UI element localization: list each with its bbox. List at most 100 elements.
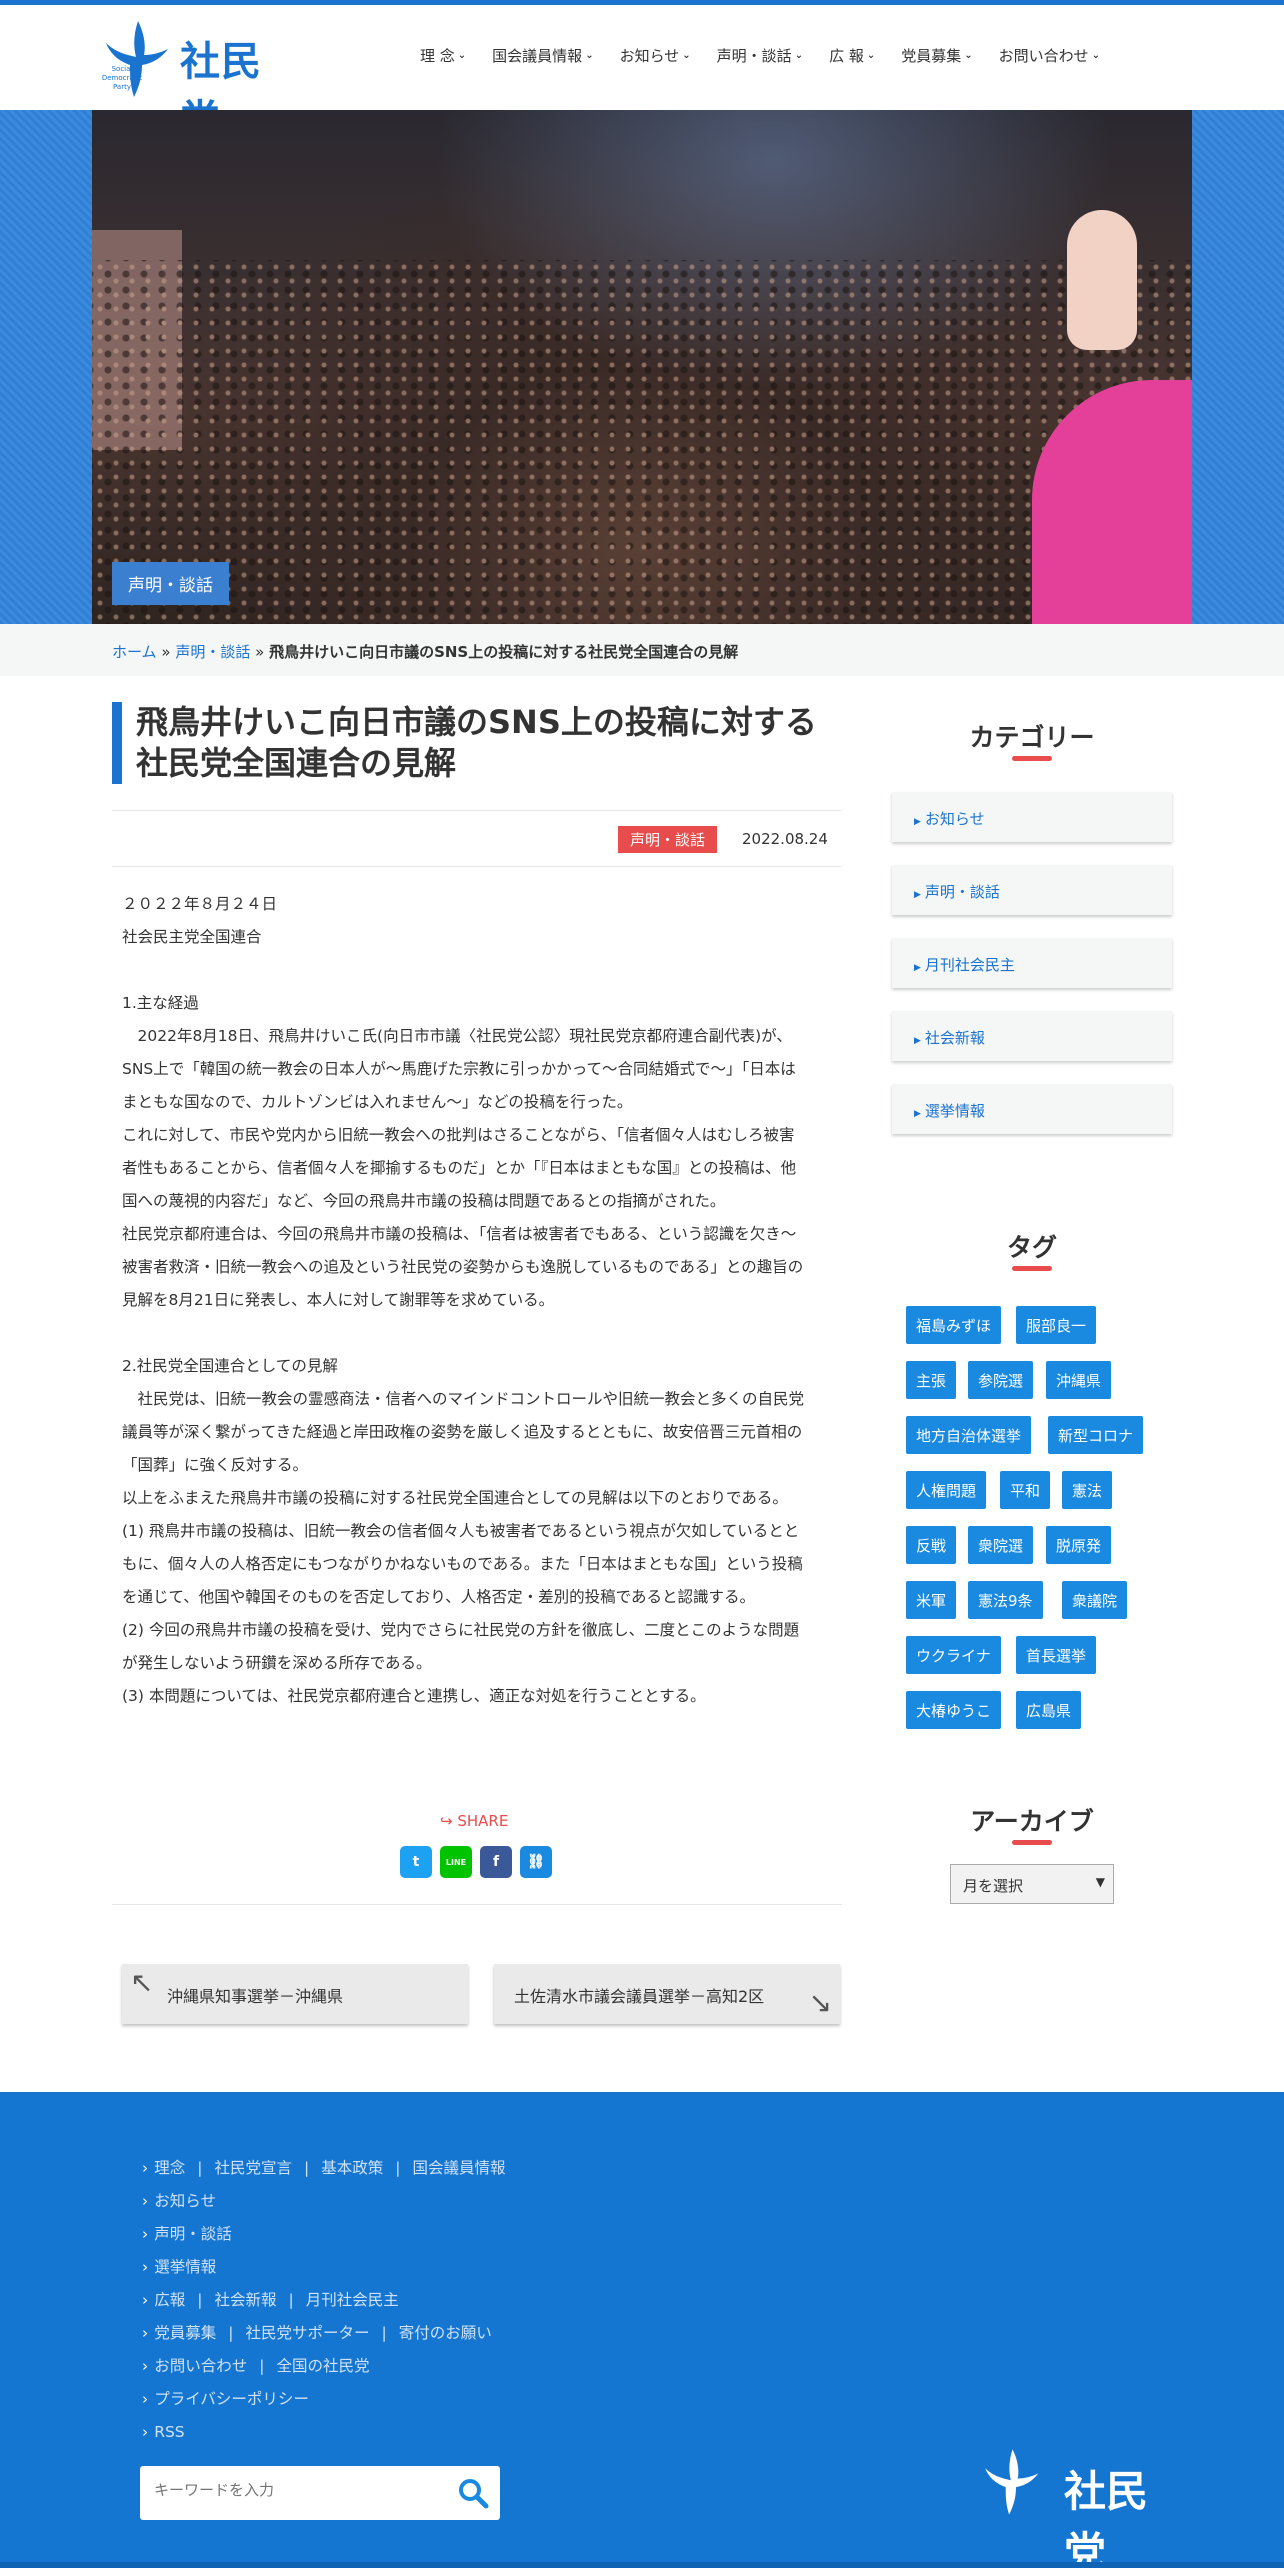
- footer-logo[interactable]: 社民党: [980, 2442, 1180, 2568]
- article-paragraph: が発生しないよう研鑽を深める所存である。: [122, 1654, 432, 1672]
- sidebar-category-label: 社会新報: [924, 1029, 985, 1047]
- article-paragraph: 者性もあることから、信者個々人を揶揄するものだ」とか「『日本はまともな国』との投…: [122, 1159, 797, 1177]
- breadcrumb-category-link[interactable]: 声明・談話: [175, 643, 250, 661]
- tag-link[interactable]: 参院選: [968, 1361, 1034, 1399]
- footer-link[interactable]: 理念: [154, 2159, 185, 2177]
- nav-contact[interactable]: お問い合わせ ⌄: [999, 45, 1100, 66]
- article-title-block: 飛鳥井けいこ向日市議のSNS上の投稿に対する 社民党全国連合の見解: [112, 702, 842, 784]
- tag-link[interactable]: 反戦: [906, 1526, 957, 1564]
- tag-link[interactable]: 福島みずほ: [906, 1306, 1002, 1344]
- footer-link-row: › 選挙情報: [142, 2251, 505, 2284]
- chevron-right-icon: ›: [142, 2159, 149, 2177]
- copy-link-icon[interactable]: ⛓: [520, 1846, 552, 1878]
- search-icon[interactable]: [456, 2476, 490, 2510]
- nav-diet-members[interactable]: 国会議員情報 ⌄: [492, 45, 593, 66]
- footer-link[interactable]: RSS: [154, 2423, 184, 2441]
- dove-logo-icon: [985, 2449, 1039, 2515]
- nav-principles[interactable]: 理 念 ⌄: [420, 45, 466, 66]
- tag-link[interactable]: 主張: [906, 1361, 957, 1399]
- breadcrumb-bar: ホーム » 声明・談話 » 飛鳥井けいこ向日市議のSNS上の投稿に対する社民党全…: [0, 624, 1284, 676]
- site-logo[interactable]: Social Democratic Party 社民党: [100, 19, 300, 143]
- footer-link[interactable]: 月刊社会民主: [306, 2291, 399, 2309]
- facebook-icon[interactable]: f: [480, 1846, 512, 1878]
- tag-link[interactable]: 衆院選: [968, 1526, 1034, 1564]
- nav-label: 声明・談話: [716, 47, 792, 65]
- chevron-down-icon: ⌄: [964, 50, 973, 61]
- chevron-right-icon: ›: [142, 2423, 149, 2441]
- sidebar-category-item[interactable]: ▶ お知らせ: [892, 792, 1172, 842]
- tag-link[interactable]: 新型コロナ: [1048, 1416, 1144, 1454]
- tag-link[interactable]: 地方自治体選挙: [906, 1416, 1032, 1454]
- footer-link-row: › お知らせ: [142, 2185, 505, 2218]
- sidebar-archive-heading: アーカイブ: [970, 1807, 1094, 1836]
- article-date: 2022.08.24: [742, 830, 828, 848]
- tag-link[interactable]: 服部良一: [1016, 1306, 1097, 1344]
- breadcrumb-separator: »: [161, 643, 171, 661]
- footer-link[interactable]: 党員募集: [154, 2324, 216, 2342]
- sidebar-category-heading: カテゴリー: [969, 723, 1095, 752]
- arrow-up-left-icon: ↖: [130, 1966, 154, 1999]
- footer-link[interactable]: 声明・談話: [154, 2225, 232, 2243]
- footer-link[interactable]: 広報: [154, 2291, 185, 2309]
- chevron-right-icon: ›: [142, 2390, 149, 2408]
- footer-link[interactable]: 社民党サポーター: [245, 2324, 369, 2342]
- tag-link[interactable]: 米軍: [906, 1581, 957, 1619]
- article-category-badge[interactable]: 声明・談話: [618, 826, 718, 853]
- tag-link[interactable]: 衆議院: [1062, 1581, 1128, 1619]
- footer-link-row: › 理念 | 社民党宣言 | 基本政策 | 国会議員情報: [142, 2152, 505, 2185]
- nav-recruit[interactable]: 党員募集 ⌄: [901, 45, 972, 66]
- tag-link[interactable]: 沖縄県: [1046, 1361, 1112, 1399]
- article-paragraph: これに対して、市民や党内から旧統一教会への批判はさることながら、「信者個々人はむ…: [122, 1126, 795, 1144]
- tag-link[interactable]: 憲法: [1062, 1471, 1113, 1509]
- footer-link[interactable]: 全国の社民党: [276, 2357, 369, 2375]
- tag-link[interactable]: 憲法9条: [968, 1581, 1043, 1619]
- logo-english-text: Social Democratic Party: [101, 65, 143, 91]
- tag-link[interactable]: 大椿ゆうこ: [906, 1691, 1002, 1729]
- heading-underline: [1012, 1266, 1052, 1271]
- archive-month-select[interactable]: 月を選択 ▼: [950, 1864, 1114, 1904]
- tag-link[interactable]: 首長選挙: [1016, 1636, 1097, 1674]
- sidebar-category-item[interactable]: ▶ 月刊社会民主: [892, 938, 1172, 988]
- tag-link[interactable]: ウクライナ: [906, 1636, 1001, 1674]
- article-paragraph: (3) 本問題については、社民党京都府連合と連携し、適正な対処を行うこととする。: [122, 1687, 706, 1705]
- next-post-link[interactable]: 土佐清水市議会議員選挙－高知2区 ↘: [494, 1964, 840, 2024]
- nav-label: 広 報: [829, 47, 864, 65]
- article-paragraph: ２０２２年８月２４日: [122, 895, 278, 913]
- footer-link[interactable]: 社民党宣言: [214, 2159, 292, 2177]
- article-paragraph: 議員等が深く繋がってきた経過と岸田政権の姿勢を厳しく追及するとともに、故安倍晋三…: [122, 1423, 803, 1441]
- sidebar-category-item[interactable]: ▶ 声明・談話: [892, 865, 1172, 915]
- prev-post-link[interactable]: ↖ 沖縄県知事選挙－沖縄県: [122, 1964, 468, 2024]
- nav-label: 党員募集: [901, 47, 962, 65]
- search-input[interactable]: [154, 2481, 434, 2499]
- article-paragraph: 社民党京都府連合は、今回の飛鳥井市議の投稿は、「信者は被害者でもある、という認識…: [122, 1225, 797, 1243]
- nav-news[interactable]: お知らせ ⌄: [620, 45, 691, 66]
- footer-separator: |: [395, 2159, 401, 2177]
- footer-link[interactable]: 社会新報: [214, 2291, 276, 2309]
- footer-link[interactable]: プライバシーポリシー: [154, 2390, 309, 2408]
- tag-link[interactable]: 広島県: [1016, 1691, 1082, 1729]
- line-icon[interactable]: LINE: [440, 1846, 472, 1878]
- footer-link[interactable]: 寄付のお願い: [399, 2324, 492, 2342]
- heading-underline: [1012, 756, 1052, 761]
- breadcrumb-home-link[interactable]: ホーム: [112, 643, 157, 661]
- sidebar-category-item[interactable]: ▶ 社会新報: [892, 1011, 1172, 1061]
- tag-link[interactable]: 脱原発: [1046, 1526, 1112, 1564]
- twitter-icon[interactable]: t: [400, 1846, 432, 1878]
- chevron-right-icon: ›: [142, 2324, 149, 2342]
- footer-link[interactable]: 選挙情報: [154, 2258, 216, 2276]
- nav-pr[interactable]: 広 報 ⌄: [829, 45, 875, 66]
- article-paragraph: 2.社民党全国連合としての見解: [122, 1357, 338, 1375]
- tag-link[interactable]: 平和: [1000, 1471, 1051, 1509]
- nav-label: 国会議員情報: [492, 47, 583, 65]
- footer-link[interactable]: 基本政策: [321, 2159, 383, 2177]
- footer-link[interactable]: 国会議員情報: [412, 2159, 505, 2177]
- sidebar-category-item[interactable]: ▶ 選挙情報: [892, 1084, 1172, 1134]
- nav-label: お知らせ: [619, 47, 680, 65]
- footer-link[interactable]: お問い合わせ: [154, 2357, 247, 2375]
- arrow-down-right-icon: ↘: [808, 1986, 832, 2019]
- tag-link[interactable]: 人権問題: [906, 1471, 987, 1509]
- footer-link[interactable]: お知らせ: [154, 2192, 216, 2210]
- article-paragraph: 国への蔑視的内容だ」など、今回の飛鳥井市議の投稿は問題であるとの指摘がされた。: [122, 1192, 726, 1210]
- nav-label: お問い合わせ: [998, 47, 1089, 65]
- nav-statements[interactable]: 声明・談話 ⌄: [717, 45, 803, 66]
